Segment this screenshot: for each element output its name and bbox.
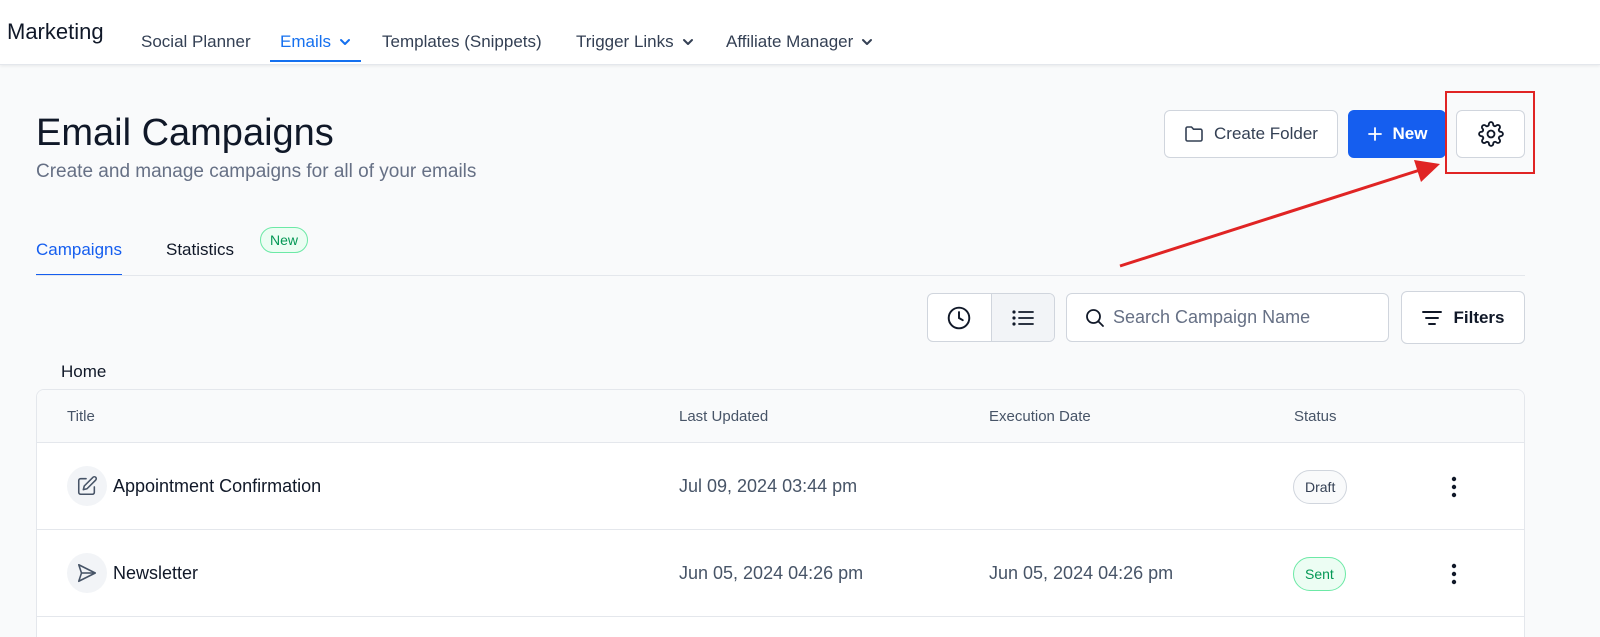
last-updated: Jul 09, 2024 03:44 pm bbox=[679, 476, 858, 496]
status-badge: Sent bbox=[1293, 557, 1346, 591]
table-header: Title Last Updated Execution Date Status bbox=[37, 390, 1524, 443]
tab-campaigns[interactable]: Campaigns bbox=[36, 240, 122, 276]
campaign-title[interactable]: Appointment Confirmation bbox=[113, 476, 321, 497]
search-icon bbox=[1086, 308, 1104, 327]
view-toggle bbox=[927, 293, 1055, 342]
nav-emails-label: Emails bbox=[280, 32, 332, 51]
gear-icon bbox=[1477, 121, 1504, 147]
folder-icon bbox=[1185, 126, 1203, 142]
send-icon bbox=[67, 553, 107, 593]
column-header-execution-date[interactable]: Execution Date bbox=[989, 408, 1091, 425]
new-button-label: New bbox=[1392, 124, 1428, 143]
more-vertical-icon bbox=[1451, 476, 1457, 498]
search-input[interactable] bbox=[1113, 307, 1373, 328]
breadcrumb[interactable]: Home bbox=[61, 362, 106, 382]
nav-templates-label: Templates (Snippets) bbox=[382, 32, 542, 51]
column-header-last-updated[interactable]: Last Updated bbox=[679, 408, 768, 425]
nav-trigger-links[interactable]: Trigger Links bbox=[576, 22, 694, 62]
create-folder-button[interactable]: Create Folder bbox=[1164, 110, 1338, 158]
settings-button[interactable] bbox=[1456, 110, 1525, 158]
column-header-title[interactable]: Title bbox=[67, 408, 95, 425]
tab-statistics[interactable]: Statistics bbox=[166, 240, 234, 260]
new-badge: New bbox=[260, 227, 309, 253]
edit-icon bbox=[67, 466, 107, 506]
chevron-down-icon bbox=[862, 39, 873, 45]
last-updated: Jun 05, 2024 04:26 pm bbox=[679, 563, 864, 583]
nav-templates[interactable]: Templates (Snippets) bbox=[382, 22, 542, 62]
nav-social-planner-label: Social Planner bbox=[141, 32, 251, 51]
campaigns-table: Title Last Updated Execution Date Status… bbox=[36, 389, 1525, 637]
clock-icon bbox=[948, 306, 971, 329]
top-navigation: Marketing Social Planner Emails Template… bbox=[0, 0, 1600, 65]
page-title: Email Campaigns bbox=[36, 112, 334, 154]
list-view-button[interactable] bbox=[990, 294, 1054, 341]
table-row[interactable]: Appointment Confirmation Jul 09, 2024 03… bbox=[37, 443, 1524, 530]
chevron-down-icon bbox=[340, 39, 351, 45]
more-vertical-icon bbox=[1451, 563, 1457, 585]
tabs-divider bbox=[36, 275, 1525, 276]
filters-button[interactable]: Filters bbox=[1401, 291, 1525, 344]
chevron-down-icon bbox=[682, 39, 693, 45]
column-header-status[interactable]: Status bbox=[1294, 408, 1337, 425]
nav-affiliate-manager[interactable]: Affiliate Manager bbox=[726, 22, 873, 62]
list-icon bbox=[1012, 309, 1034, 326]
row-actions-button[interactable] bbox=[1441, 558, 1467, 590]
nav-emails[interactable]: Emails bbox=[269, 22, 362, 62]
row-actions-button[interactable] bbox=[1441, 471, 1467, 503]
nav-affiliate-manager-label: Affiliate Manager bbox=[726, 32, 854, 51]
execution-date: Jun 05, 2024 04:26 pm bbox=[989, 563, 1174, 583]
create-folder-label: Create Folder bbox=[1214, 124, 1318, 143]
page-subtitle: Create and manage campaigns for all of y… bbox=[36, 161, 477, 182]
nav-trigger-links-label: Trigger Links bbox=[576, 32, 674, 51]
filters-label: Filters bbox=[1453, 307, 1505, 327]
new-button[interactable]: New bbox=[1348, 110, 1446, 158]
app-title: Marketing bbox=[7, 19, 104, 44]
search-box bbox=[1066, 293, 1389, 342]
filter-icon bbox=[1422, 310, 1443, 325]
schedule-view-button[interactable] bbox=[928, 294, 991, 341]
campaign-title[interactable]: Newsletter bbox=[113, 563, 198, 584]
plus-icon bbox=[1367, 127, 1382, 141]
table-row[interactable]: Newsletter Jun 05, 2024 04:26 pm Jun 05,… bbox=[37, 530, 1524, 617]
status-badge: Draft bbox=[1293, 470, 1348, 504]
nav-social-planner[interactable]: Social Planner bbox=[141, 22, 251, 62]
